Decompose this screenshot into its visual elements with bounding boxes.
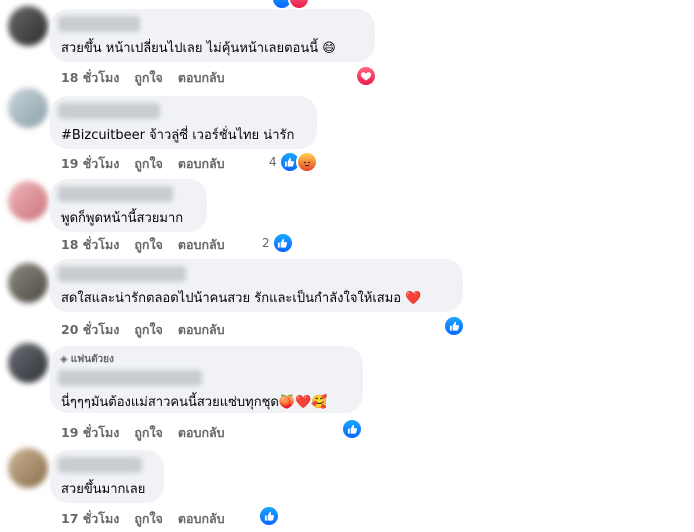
- comment-actions: 20 ชั่วโมง ถูกใจ ตอบกลับ: [61, 320, 240, 338]
- reaction-summary[interactable]: [355, 65, 377, 87]
- commenter-name-blurred[interactable]: [58, 16, 140, 32]
- commenter-name-blurred[interactable]: [58, 186, 173, 202]
- love-reaction-icon: [355, 65, 377, 87]
- like-link[interactable]: ถูกใจ: [134, 156, 163, 171]
- comment-actions: 18 ชั่วโมง ถูกใจ ตอบกลับ: [61, 68, 240, 86]
- avatar[interactable]: [8, 448, 48, 488]
- comment-text: พูดก็พูดหน้านี้สวยมาก: [61, 211, 184, 226]
- angry-reaction-icon: [295, 151, 318, 173]
- commenter-name-blurred[interactable]: [58, 266, 186, 282]
- like-reaction-icon: [258, 505, 280, 527]
- commenter-name-blurred[interactable]: [58, 370, 202, 386]
- comment-actions: 18 ชั่วโมง ถูกใจ ตอบกลับ: [61, 235, 240, 253]
- like-link[interactable]: ถูกใจ: [134, 70, 163, 85]
- reaction-summary[interactable]: [341, 418, 363, 440]
- like-link[interactable]: ถูกใจ: [134, 322, 163, 337]
- avatar[interactable]: [8, 6, 48, 46]
- reaction-count: 4: [269, 155, 277, 169]
- timestamp[interactable]: 18 ชั่วโมง: [61, 70, 119, 85]
- comment-text: สดใสและน่ารักตลอดไปน้าคนสวย รักและเป็นกำ…: [61, 291, 422, 306]
- like-reaction-icon: [443, 315, 465, 337]
- timestamp[interactable]: 19 ชั่วโมง: [61, 425, 119, 440]
- comment-bubble: สวยขึ้นมากเลย: [50, 450, 164, 503]
- reply-link[interactable]: ตอบกลับ: [178, 425, 225, 440]
- comment-actions: 19 ชั่วโมง ถูกใจ ตอบกลับ: [61, 154, 240, 172]
- timestamp[interactable]: 20 ชั่วโมง: [61, 322, 119, 337]
- like-reaction-icon: [341, 418, 363, 440]
- avatar[interactable]: [8, 263, 48, 303]
- reaction-summary[interactable]: 2: [262, 232, 294, 254]
- top-fan-badge: ◈ แฟนตัวยง: [60, 352, 114, 367]
- like-link[interactable]: ถูกใจ: [134, 237, 163, 252]
- reaction-summary[interactable]: [443, 315, 465, 337]
- love-reaction-icon: [288, 0, 310, 10]
- reaction-summary[interactable]: 4: [269, 151, 318, 173]
- avatar[interactable]: [8, 88, 48, 128]
- reaction-summary[interactable]: [258, 505, 280, 527]
- comment-actions: 19 ชั่วโมง ถูกใจ ตอบกลับ: [61, 423, 240, 441]
- reply-link[interactable]: ตอบกลับ: [178, 322, 225, 337]
- reply-link[interactable]: ตอบกลับ: [178, 156, 225, 171]
- comment-bubble: ◈ แฟนตัวยง นี่ๆๆๆมันต้องแม่สาวคนนี้สวยแซ่…: [50, 346, 363, 413]
- comment-bubble: สวยขึ้น หน้าเปลี่ยนไปเลย ไม่คุ้นหน้าเลยต…: [50, 9, 375, 62]
- like-reaction-icon: [271, 232, 294, 254]
- cutoff-reaction-summary[interactable]: [271, 0, 310, 10]
- comment-text: สวยขึ้น หน้าเปลี่ยนไปเลย ไม่คุ้นหน้าเลยต…: [61, 41, 336, 56]
- reaction-count: 2: [262, 236, 270, 250]
- comment-actions: 17 ชั่วโมง ถูกใจ ตอบกลับ: [61, 509, 240, 527]
- timestamp[interactable]: 19 ชั่วโมง: [61, 156, 119, 171]
- commenter-name-blurred[interactable]: [58, 457, 142, 473]
- comment-text: นี่ๆๆๆมันต้องแม่สาวคนนี้สวยแซ่บทุกชุด🍑❤️…: [61, 395, 328, 410]
- timestamp[interactable]: 17 ชั่วโมง: [61, 511, 119, 526]
- reply-link[interactable]: ตอบกลับ: [178, 70, 225, 85]
- timestamp[interactable]: 18 ชั่วโมง: [61, 237, 119, 252]
- reply-link[interactable]: ตอบกลับ: [178, 237, 225, 252]
- badge-label: แฟนตัวยง: [70, 354, 114, 365]
- avatar[interactable]: [8, 181, 48, 221]
- comment-bubble: #Bizcuitbeer จ้าวลู่ซี่ เวอร์ชั่นไทย น่า…: [50, 96, 317, 149]
- like-link[interactable]: ถูกใจ: [134, 511, 163, 526]
- commenter-name-blurred[interactable]: [58, 103, 160, 119]
- like-link[interactable]: ถูกใจ: [134, 425, 163, 440]
- comment-text: สวยขึ้นมากเลย: [61, 482, 146, 497]
- diamond-icon: ◈: [60, 354, 68, 365]
- comment-bubble: สดใสและน่ารักตลอดไปน้าคนสวย รักและเป็นกำ…: [50, 259, 463, 312]
- comment-bubble: พูดก็พูดหน้านี้สวยมาก: [50, 179, 207, 232]
- comment-text: #Bizcuitbeer จ้าวลู่ซี่ เวอร์ชั่นไทย น่า…: [61, 128, 295, 143]
- reply-link[interactable]: ตอบกลับ: [178, 511, 225, 526]
- avatar[interactable]: [8, 343, 48, 383]
